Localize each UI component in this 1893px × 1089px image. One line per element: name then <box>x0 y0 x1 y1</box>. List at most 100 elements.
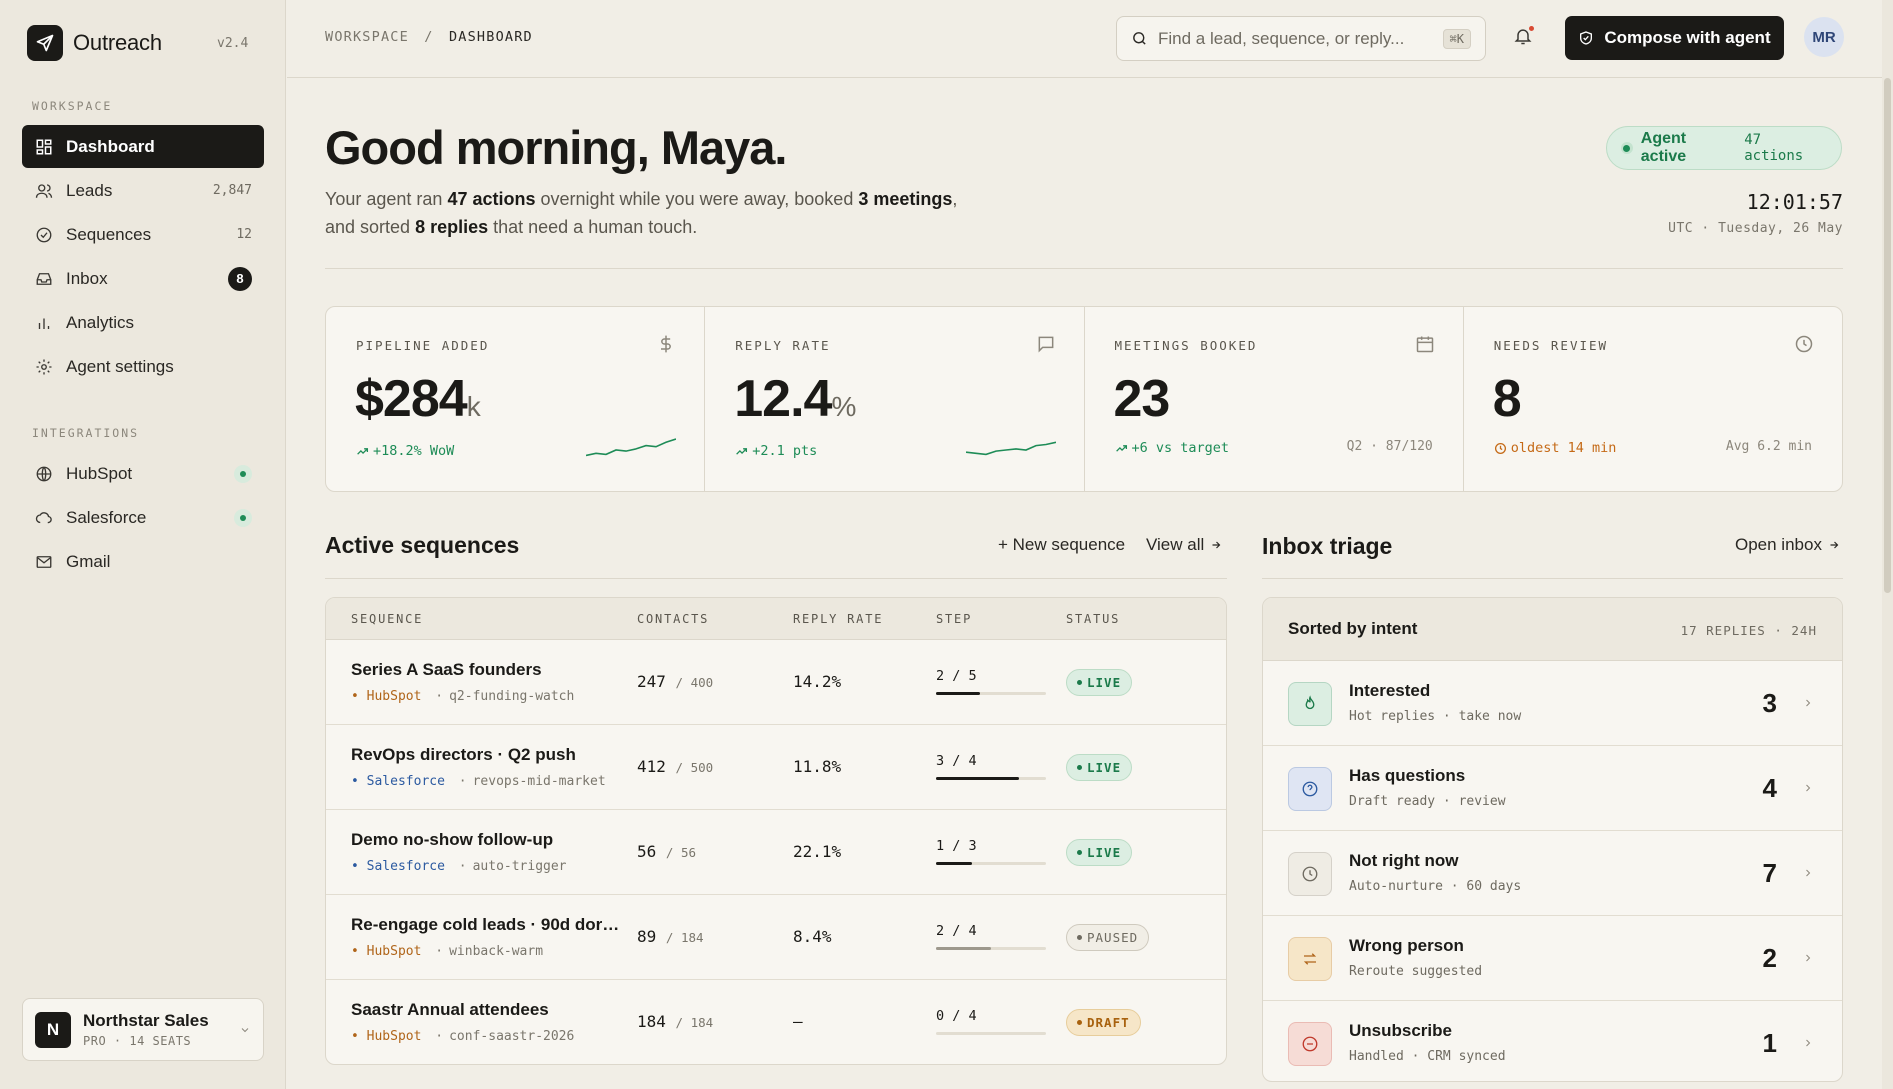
dashboard-icon <box>34 137 54 157</box>
new-sequence-button[interactable]: + New sequence <box>998 535 1125 555</box>
users-icon <box>34 181 54 201</box>
nav-leads[interactable]: Leads 2,847 <box>22 169 264 212</box>
kpi-delta: +6 vs target <box>1115 440 1229 456</box>
sequence-tag: conf-saastr-2026 <box>449 1029 575 1044</box>
breadcrumb-root[interactable]: WORKSPACE <box>325 29 409 45</box>
clock-icon <box>1288 852 1332 896</box>
table-row[interactable]: Series A SaaS founders • HubSpot · q2-fun… <box>326 640 1226 725</box>
integration-gmail[interactable]: Gmail <box>22 540 264 583</box>
breadcrumb: WORKSPACE / DASHBOARD <box>325 29 533 45</box>
open-inbox-link[interactable]: Open inbox <box>1735 535 1840 555</box>
overnight-summary: Your agent ran 47 actions overnight whil… <box>325 189 958 237</box>
col-step[interactable]: STEP <box>936 612 972 626</box>
chevron-right-icon <box>1802 952 1814 964</box>
integration-salesforce[interactable]: Salesforce <box>22 496 264 539</box>
step-progress-fill <box>936 947 991 950</box>
minus-circle-icon <box>1288 1022 1332 1066</box>
triage-sub: Auto-nurture · 60 days <box>1349 879 1522 894</box>
sequences-count: 12 <box>236 227 252 242</box>
scrollbar-thumb[interactable] <box>1884 78 1891 593</box>
contacts-cell: 89 / 184 <box>637 927 704 946</box>
contacts-cell: 247 / 400 <box>637 672 714 691</box>
reply-rate-cell: 8.4% <box>793 927 832 946</box>
search-input[interactable] <box>1158 28 1428 49</box>
triage-label: Interested <box>1349 681 1431 700</box>
compose-with-agent-button[interactable]: Compose with agent <box>1565 16 1784 60</box>
user-avatar[interactable]: MR <box>1804 17 1844 57</box>
agent-status-badge[interactable]: Agent active 47 actions <box>1606 126 1842 170</box>
summary-replies: 8 replies <box>415 217 489 237</box>
triage-count: 1 <box>1762 1028 1777 1058</box>
nav-leads-label: Leads <box>66 180 113 200</box>
triage-reply-count: 17 REPLIES · 24H <box>1680 623 1817 638</box>
sequence-name[interactable]: Re-engage cold leads · 90d dormant <box>351 915 621 935</box>
view-all-sequences-link[interactable]: View all <box>1146 535 1222 555</box>
status-badge: LIVE <box>1066 669 1133 696</box>
triage-item[interactable]: Not right now Auto-nurture · 60 days 7 <box>1263 831 1842 916</box>
step-progress-fill <box>936 692 980 695</box>
table-header: SEQUENCE CONTACTS REPLY RATE STEP STATUS <box>326 598 1226 640</box>
kpi-value: 23 <box>1113 370 1171 428</box>
step-progress-bar <box>936 947 1046 950</box>
contacts-cell: 56 / 56 <box>637 842 697 861</box>
crm-source: HubSpot <box>366 944 422 959</box>
workspace-switcher[interactable]: N Northstar Sales PRO · 14 SEATS <box>22 998 264 1061</box>
triage-label: Wrong person <box>1349 936 1464 955</box>
leads-count: 2,847 <box>212 183 252 198</box>
kpi-label: REPLY RATE <box>735 338 831 353</box>
nav-dashboard[interactable]: Dashboard <box>22 125 264 168</box>
col-contacts[interactable]: CONTACTS <box>637 612 709 626</box>
breadcrumb-current: DASHBOARD <box>448 29 533 45</box>
notifications-button[interactable] <box>1513 26 1534 46</box>
table-row[interactable]: Demo no-show follow-up • Salesforce · aut… <box>326 810 1226 895</box>
check-circle-icon <box>34 225 54 245</box>
sequence-meta: • HubSpot · winback-warm <box>351 944 544 959</box>
search-shortcut: ⌘K <box>1442 28 1471 49</box>
agent-actions-count: 47 actions <box>1744 132 1804 164</box>
arrow-right-icon <box>1210 539 1222 551</box>
nav-analytics[interactable]: Analytics <box>22 301 264 344</box>
triage-sub: Draft ready · review <box>1349 794 1506 809</box>
kpi-value: $284k <box>355 370 481 428</box>
triage-count: 2 <box>1762 943 1777 973</box>
triage-item[interactable]: Wrong person Reroute suggested 2 <box>1263 916 1842 1001</box>
table-row[interactable]: Re-engage cold leads · 90d dormant • Hub… <box>326 895 1226 980</box>
col-sequence[interactable]: SEQUENCE <box>351 612 423 626</box>
chevron-down-icon <box>239 1024 251 1036</box>
step-progress-bar <box>936 777 1046 780</box>
search-box[interactable]: ⌘K <box>1116 16 1486 61</box>
kpi-reply-rate[interactable]: REPLY RATE 12.4% +2.1 pts <box>705 307 1085 491</box>
nav-agent-settings[interactable]: Agent settings <box>22 345 264 388</box>
inbox-unread-badge: 8 <box>228 266 252 291</box>
triage-item[interactable]: Interested Hot replies · take now 3 <box>1263 661 1842 746</box>
triage-item[interactable]: Has questions Draft ready · review 4 <box>1263 746 1842 831</box>
integration-hubspot[interactable]: HubSpot <box>22 452 264 495</box>
status-badge: LIVE <box>1066 754 1133 781</box>
kpi-meetings-booked[interactable]: MEETINGS BOOKED 23 +6 vs target Q2 · 87/… <box>1085 307 1464 491</box>
nav-dashboard-label: Dashboard <box>66 136 155 156</box>
table-row[interactable]: Saastr Annual attendees • HubSpot · conf-… <box>326 980 1226 1064</box>
arrow-right-icon <box>1828 539 1840 551</box>
chevron-right-icon <box>1802 1037 1814 1049</box>
kpi-needs-review[interactable]: NEEDS REVIEW 8 oldest 14 min Avg 6.2 min <box>1464 307 1842 491</box>
sequence-name[interactable]: Saastr Annual attendees <box>351 1000 549 1020</box>
col-reply-rate[interactable]: REPLY RATE <box>793 612 883 626</box>
nav-agent-settings-label: Agent settings <box>66 356 174 376</box>
sequence-name[interactable]: Series A SaaS founders <box>351 660 542 680</box>
kpi-pipeline-added[interactable]: PIPELINE ADDED $284k +18.2% WoW <box>326 307 706 491</box>
page-scrollbar[interactable] <box>1882 0 1893 1089</box>
brand[interactable]: Outreach <box>27 25 162 61</box>
crm-source: Salesforce <box>366 859 445 874</box>
nav-sequences[interactable]: Sequences 12 <box>22 213 264 256</box>
nav-inbox[interactable]: Inbox 8 <box>22 257 264 300</box>
col-status[interactable]: STATUS <box>1066 612 1120 626</box>
table-row[interactable]: RevOps directors · Q2 push • Salesforce … <box>326 725 1226 810</box>
workspace-plan: PRO · 14 SEATS <box>83 1034 192 1048</box>
triage-item[interactable]: Unsubscribe Handled · CRM synced 1 <box>1263 1001 1842 1081</box>
chevron-right-icon <box>1802 867 1814 879</box>
sequence-name[interactable]: RevOps directors · Q2 push <box>351 745 576 765</box>
greeting: Good morning, Maya. <box>325 121 787 174</box>
clock-small-icon <box>1494 442 1506 454</box>
sequence-name[interactable]: Demo no-show follow-up <box>351 830 553 850</box>
step-cell: 0 / 4 <box>936 1008 977 1024</box>
